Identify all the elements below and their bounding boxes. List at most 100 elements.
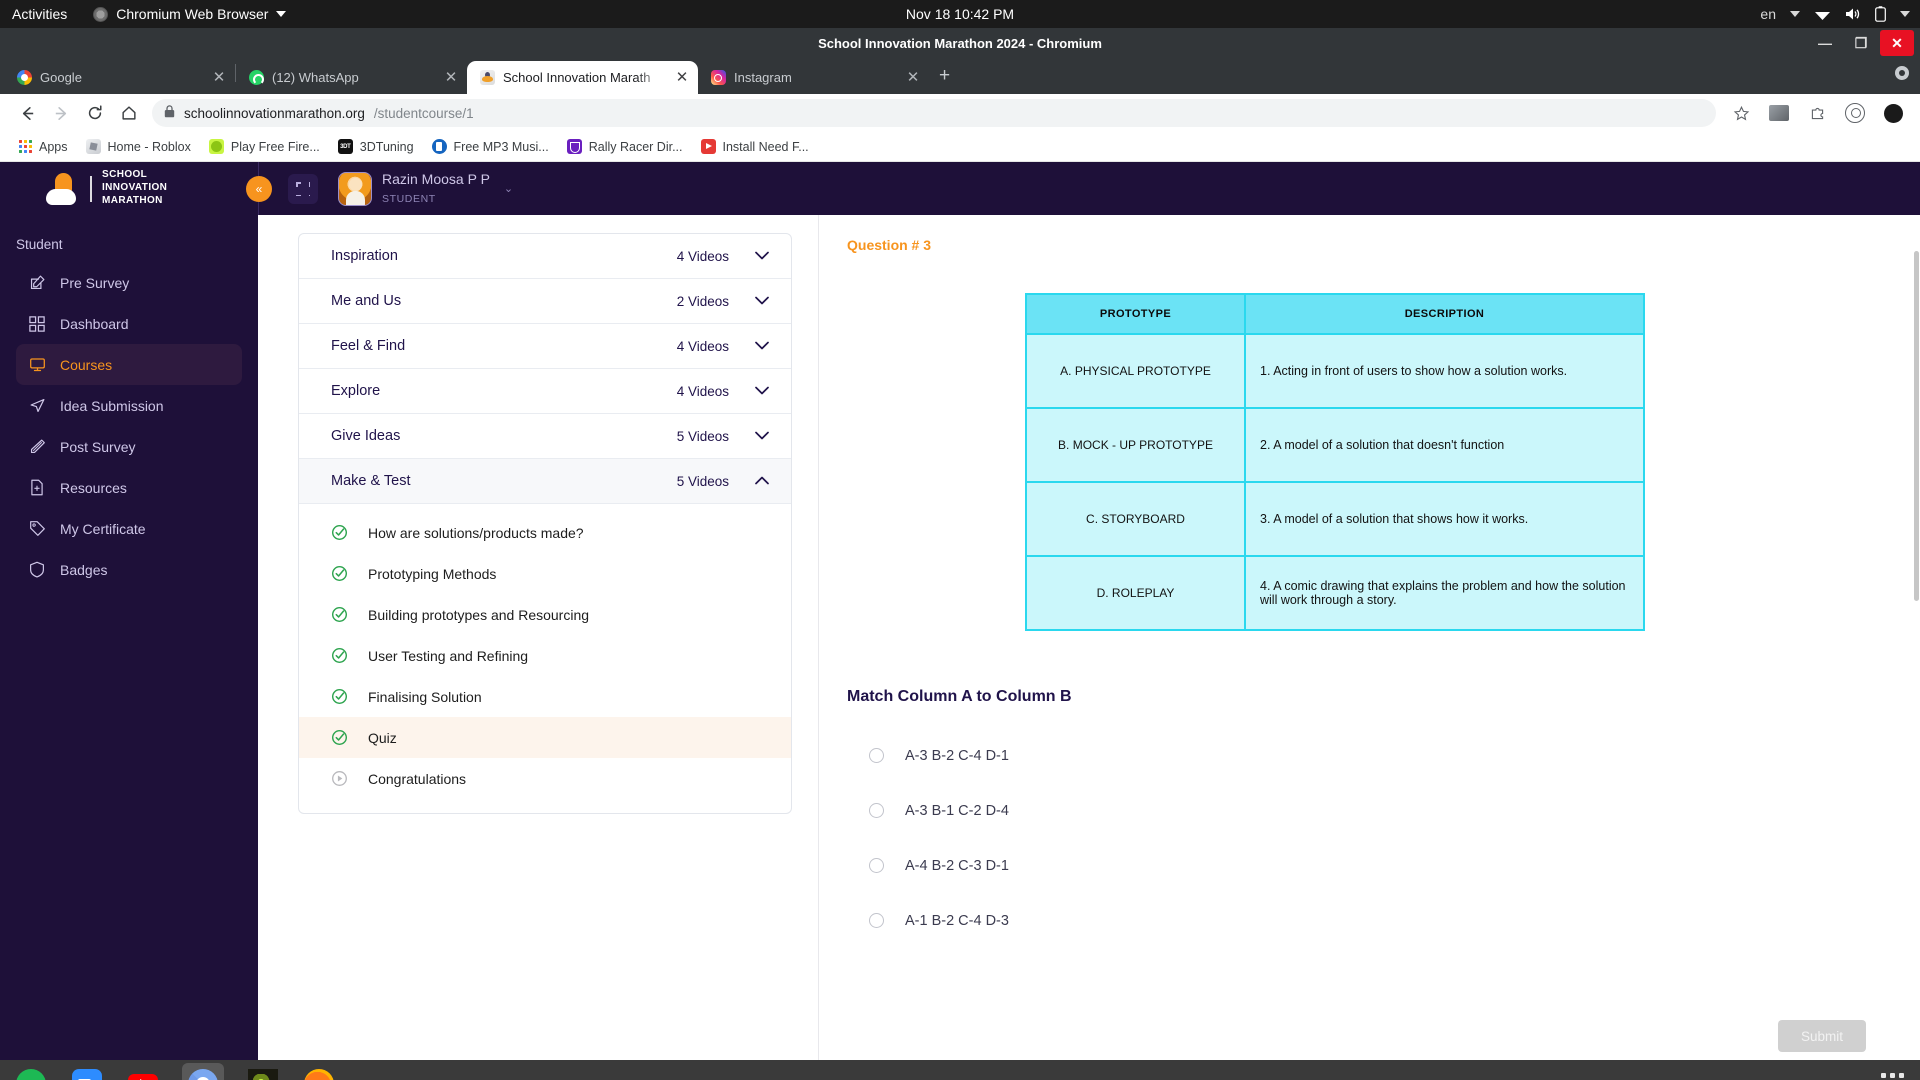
module-row-make-and-test[interactable]: Make & Test 5 Videos (299, 459, 791, 504)
bookmark-free-mp3-music[interactable]: Free MP3 Musi... (423, 136, 558, 157)
profile-icon[interactable] (1838, 96, 1872, 130)
table-row: B. MOCK - UP PROTOTYPE 2. A model of a s… (1025, 407, 1645, 483)
lock-icon (164, 105, 175, 121)
module-row-inspiration[interactable]: Inspiration 4 Videos (299, 234, 791, 279)
module-name: Explore (331, 383, 381, 399)
keyboard-language[interactable]: en (1760, 6, 1776, 22)
lesson-item-congratulations[interactable]: Congratulations (299, 758, 791, 799)
answer-option-4[interactable]: A-1 B-2 C-4 D-3 (847, 893, 1866, 948)
bookmark-rally-racer[interactable]: Rally Racer Dir... (558, 136, 692, 157)
bookmark-home-roblox[interactable]: Home - Roblox (77, 136, 200, 157)
tab-close-icon[interactable]: ✕ (905, 70, 921, 85)
back-button[interactable] (10, 96, 44, 130)
module-video-count: 4 Videos (676, 338, 729, 354)
show-applications-icon[interactable] (1881, 1072, 1904, 1080)
lesson-label: Prototyping Methods (368, 565, 497, 582)
lesson-item-quiz[interactable]: Quiz (299, 717, 791, 758)
forward-button[interactable] (44, 96, 78, 130)
reload-button[interactable] (78, 96, 112, 130)
bookmark-label: Free MP3 Musi... (453, 139, 549, 154)
radio-button[interactable] (869, 858, 884, 873)
lesson-item[interactable]: Prototyping Methods (299, 553, 791, 594)
bookmarks-bar: Apps Home - Roblox Play Free Fire... 3DT… (0, 132, 1920, 162)
bookmark-3dtuning[interactable]: 3DT 3DTuning (329, 136, 423, 157)
lesson-item[interactable]: User Testing and Refining (299, 635, 791, 676)
radio-button[interactable] (869, 748, 884, 763)
chevron-down-icon[interactable] (1900, 11, 1910, 17)
sidebar-item-courses[interactable]: Courses (16, 344, 242, 385)
chrome-menu-icon[interactable] (1876, 96, 1910, 130)
minimize-button[interactable]: — (1808, 30, 1842, 56)
taskbar-app-game[interactable] (246, 1067, 280, 1080)
taskbar-app-youtube[interactable] (126, 1067, 160, 1080)
lesson-item[interactable]: Finalising Solution (299, 676, 791, 717)
maximize-button[interactable]: ❐ (1844, 30, 1878, 56)
tabstrip-menu-icon[interactable] (1894, 65, 1910, 86)
chevron-down-icon[interactable] (755, 384, 769, 398)
app-menu-chromium[interactable]: Chromium Web Browser (93, 6, 287, 22)
radio-button[interactable] (869, 913, 884, 928)
taskbar-app-spotify[interactable] (14, 1067, 48, 1080)
tab-close-icon[interactable]: ✕ (674, 70, 690, 85)
lesson-item[interactable]: How are solutions/products made? (299, 512, 791, 553)
taskbar-app-firefox[interactable] (302, 1067, 336, 1080)
chevron-down-icon[interactable] (755, 249, 769, 263)
tab-instagram[interactable]: Instagram ✕ (698, 61, 929, 94)
puzzle-icon[interactable] (1800, 96, 1834, 130)
sim-icon (479, 70, 495, 86)
answer-option-1[interactable]: A-3 B-2 C-4 D-1 (847, 728, 1866, 783)
scrollbar-thumb[interactable] (1914, 251, 1919, 601)
submit-button[interactable]: Submit (1778, 1020, 1866, 1052)
user-menu[interactable]: Razin Moosa P P STUDENT ⌄ (338, 171, 513, 207)
tab-whatsapp[interactable]: (12) WhatsApp ✕ (236, 61, 467, 94)
chevron-down-icon[interactable] (755, 429, 769, 443)
site-logo[interactable]: SCHOOL INNOVATION MARATHON (0, 162, 258, 215)
lesson-item[interactable]: Building prototypes and Resourcing (299, 594, 791, 635)
bookmark-label: Install Need F... (722, 139, 809, 154)
chevron-down-icon[interactable] (755, 294, 769, 308)
instagram-icon (710, 70, 726, 86)
bookmark-play-free-fire[interactable]: Play Free Fire... (200, 136, 329, 157)
sidebar-item-pre-survey[interactable]: Pre Survey (16, 262, 242, 303)
sidebar-collapse-button[interactable]: « (246, 175, 272, 202)
taskbar-app-chromium[interactable] (182, 1063, 224, 1080)
window-title: School Innovation Marathon 2024 - Chromi… (818, 35, 1102, 51)
module-row-give-ideas[interactable]: Give Ideas 5 Videos (299, 414, 791, 459)
page-scrollbar[interactable] (1913, 215, 1920, 1060)
address-bar[interactable]: schoolinnovationmarathon.org/studentcour… (152, 99, 1716, 127)
sidebar-item-resources[interactable]: Resources (16, 467, 242, 508)
activities-button[interactable]: Activities (12, 6, 67, 22)
media-extension-icon[interactable] (1762, 96, 1796, 130)
taskbar-app-zoom[interactable] (70, 1067, 104, 1080)
chevron-down-icon[interactable] (755, 339, 769, 353)
bookmark-star-icon[interactable] (1724, 96, 1758, 130)
tab-close-icon[interactable]: ✕ (211, 70, 227, 85)
sidebar-item-post-survey[interactable]: Post Survey (16, 426, 242, 467)
sidebar-item-badges[interactable]: Badges (16, 549, 242, 590)
close-button[interactable]: ✕ (1880, 30, 1914, 56)
answer-option-2[interactable]: A-3 B-1 C-2 D-4 (847, 783, 1866, 838)
module-row-explore[interactable]: Explore 4 Videos (299, 369, 791, 414)
lesson-label: Quiz (368, 729, 397, 746)
module-row-me-and-us[interactable]: Me and Us 2 Videos (299, 279, 791, 324)
bookmark-install-need-for-speed[interactable]: Install Need F... (692, 136, 818, 157)
chevron-up-icon[interactable] (755, 474, 769, 488)
sidebar-item-my-certificate[interactable]: My Certificate (16, 508, 242, 549)
gnome-top-bar: Activities Chromium Web Browser Nov 18 1… (0, 0, 1920, 28)
sidebar-item-dashboard[interactable]: Dashboard (16, 303, 242, 344)
tab-google[interactable]: Google ✕ (4, 61, 235, 94)
chevron-down-icon[interactable]: ⌄ (504, 182, 513, 195)
answer-option-3[interactable]: A-4 B-2 C-3 D-1 (847, 838, 1866, 893)
tab-school-innovation-marathon[interactable]: School Innovation Marath ✕ (467, 61, 698, 94)
system-tray[interactable]: en (1760, 6, 1910, 22)
sidebar-item-idea-submission[interactable]: Idea Submission (16, 385, 242, 426)
radio-button[interactable] (869, 803, 884, 818)
fullscreen-button[interactable] (288, 173, 318, 204)
tab-close-icon[interactable]: ✕ (443, 70, 459, 85)
module-row-feel-and-find[interactable]: Feel & Find 4 Videos (299, 324, 791, 369)
table-header-prototype: PROTOTYPE (1025, 293, 1246, 335)
new-tab-button[interactable]: + (929, 65, 960, 94)
home-button[interactable] (112, 96, 146, 130)
bookmark-apps[interactable]: Apps (10, 137, 77, 157)
system-clock[interactable]: Nov 18 10:42 PM (906, 6, 1014, 22)
